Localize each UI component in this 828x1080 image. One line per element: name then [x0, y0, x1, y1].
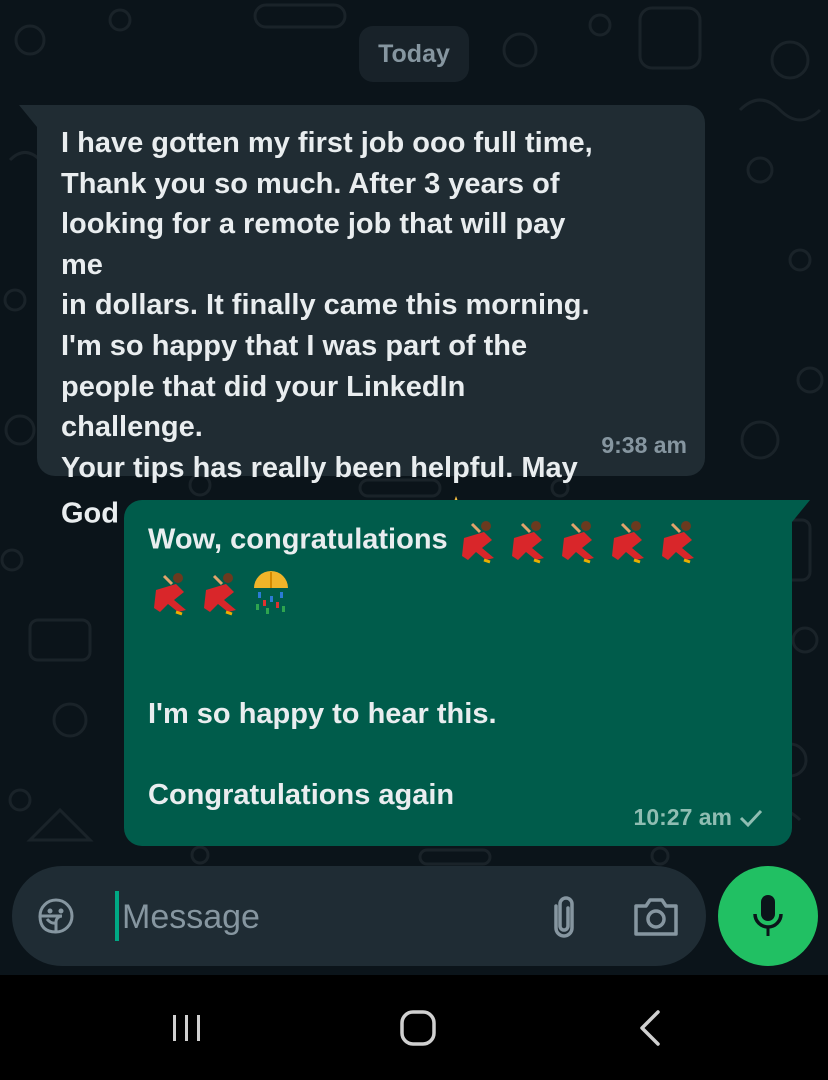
recent-apps-button[interactable] — [157, 1003, 217, 1053]
home-icon — [400, 1010, 436, 1046]
woman-dancing-emoji — [511, 521, 544, 564]
woman-dancing-emoji — [611, 521, 644, 564]
recent-apps-icon — [173, 1015, 200, 1041]
outgoing-first-line: Wow, congratulations — [148, 518, 752, 564]
back-icon — [640, 1010, 660, 1046]
bubble-tail — [19, 105, 37, 127]
text-caret — [115, 891, 119, 941]
woman-dancing-emoji — [461, 521, 494, 564]
message-meta: 10:27 am — [634, 797, 764, 838]
confetti-ball-emoji — [254, 571, 288, 614]
message-line: in dollars. It finally came this morning… — [61, 289, 590, 322]
attach-icon[interactable] — [542, 894, 586, 942]
single-tick-icon — [739, 809, 763, 827]
voice-message-button[interactable] — [718, 866, 818, 966]
message-line: Your tips has really been helpful. May — [61, 451, 578, 484]
message-input[interactable] — [120, 886, 514, 948]
message-line: I have gotten my first job ooo full time… — [61, 127, 593, 159]
home-button[interactable] — [388, 1003, 448, 1053]
message-composer — [12, 866, 706, 966]
emoji-group — [148, 570, 294, 616]
message-line: people that did your LinkedIn challenge. — [61, 370, 474, 444]
message-line: Thank you so much. After 3 years of — [61, 167, 560, 200]
message-line: I'm so happy that I was part of the — [61, 329, 528, 362]
sticker-icon[interactable] — [34, 894, 78, 938]
chat-screen: Today I have gotten my first job ooo ful… — [0, 0, 828, 1080]
woman-dancing-emoji — [661, 521, 694, 564]
system-navigation-bar — [0, 975, 828, 1080]
outgoing-message-bubble[interactable]: Wow, congratulations I'm so happy to hea… — [124, 500, 810, 846]
woman-dancing-emoji — [204, 573, 236, 616]
date-divider: Today — [359, 26, 469, 82]
incoming-message-bubble[interactable]: I have gotten my first job ooo full time… — [19, 105, 705, 538]
message-timestamp: 9:38 am — [601, 432, 687, 459]
mic-icon — [753, 895, 783, 936]
woman-dancing-emoji — [561, 521, 594, 564]
incoming-message-text: I have gotten my first job ooo full time… — [61, 123, 595, 538]
bubble-tail — [792, 500, 810, 522]
congratulations-text: Wow, congratulations — [148, 523, 448, 556]
woman-dancing-emoji — [154, 573, 186, 616]
camera-icon[interactable] — [632, 894, 680, 938]
message-line: looking for a remote job that will pay m… — [61, 208, 574, 281]
emoji-group — [456, 518, 702, 564]
outgoing-message-line: I'm so happy to hear this. — [148, 698, 497, 730]
message-timestamp: 10:27 am — [633, 804, 732, 831]
back-button[interactable] — [620, 1003, 680, 1053]
